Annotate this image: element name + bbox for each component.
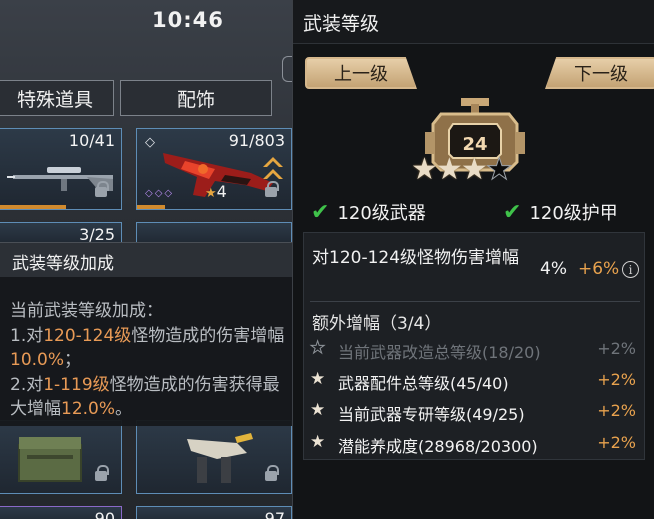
info-icon[interactable]: i	[622, 261, 639, 278]
requirement-weapon: ✔ 120级武器	[311, 199, 426, 225]
tab-scroll-edge	[282, 56, 292, 82]
turret-image	[187, 433, 253, 483]
item-progress-bar	[0, 205, 67, 209]
item-count: 97	[264, 509, 285, 519]
extra-bonus-label: 当前武器改造总等级(18/20)	[338, 343, 541, 362]
tooltip-line-1: 1.对120-124级怪物造成的伤害增幅10.0%；	[10, 325, 285, 371]
rarity-dots: ◇◇◇	[145, 188, 175, 199]
divider	[310, 301, 640, 302]
bonus-details: 对120-124级怪物伤害增幅 4% +6% i 额外增幅（3/4） ★ 当前武…	[303, 232, 645, 460]
tooltip-heading: 当前武装等级加成：	[10, 301, 163, 321]
star-filled-icon: ★	[411, 152, 438, 187]
extra-bonus-label: 潜能养成度(28968/20300)	[338, 437, 538, 456]
damage-bonus-value: 4%	[540, 259, 567, 279]
extra-bonus-row: ★ 武器配件总等级(45/40) +2%	[310, 369, 640, 393]
item-count: 90	[94, 509, 115, 519]
star-filled-icon: ★	[310, 400, 326, 420]
inventory-item-sniper-rifle[interactable]: 10/41	[0, 128, 122, 210]
lock-icon	[265, 465, 279, 481]
previous-level-button[interactable]: 上一级	[305, 57, 417, 89]
inventory-item[interactable]: 97	[136, 506, 292, 519]
extra-bonus-value: +2%	[597, 370, 636, 389]
requirement-label: 120级护甲	[529, 203, 618, 224]
extra-bonus-row: ★ 当前武器专研等级(49/25) +2%	[310, 400, 640, 424]
extra-bonus-label: 当前武器专研等级(49/25)	[338, 405, 525, 424]
extra-bonus-row: ★ 当前武器改造总等级(18/20) +2%	[309, 338, 640, 363]
panel-header: 武装等级	[293, 0, 654, 44]
extra-bonus-title: 额外增幅（3/4）	[312, 314, 442, 334]
armament-bonus-tooltip: 武装等级加成 当前武装等级加成： 1.对120-124级怪物造成的伤害增幅10.…	[0, 242, 292, 426]
extra-bonus-value: +2%	[597, 339, 636, 358]
check-icon: ✔	[503, 199, 522, 225]
lock-icon	[95, 465, 109, 481]
lock-icon	[265, 181, 279, 197]
star-filled-icon: ★	[310, 369, 326, 389]
upgrade-chevron-icon	[263, 157, 283, 179]
panel-title: 武装等级	[303, 13, 380, 35]
star-filled-icon: ★	[460, 152, 488, 187]
tooltip-title: 武装等级加成	[12, 254, 114, 274]
inventory-item-turret[interactable]	[136, 420, 292, 494]
extra-bonus-row: ★ 潜能养成度(28968/20300) +2%	[310, 432, 640, 456]
star-filled-icon: ★	[310, 432, 326, 452]
check-icon: ✔	[311, 199, 330, 225]
tooltip-header: 武装等级加成	[0, 243, 292, 277]
damage-bonus-label: 对120-124级怪物伤害增幅	[312, 248, 520, 268]
next-level-button[interactable]: 下一级	[545, 57, 654, 89]
item-progress-bar	[137, 205, 165, 209]
tooltip-line-2: 2.对1-119级怪物造成的伤害获得最大增幅12.0%。	[10, 374, 280, 420]
damage-bonus-extra: +6%	[578, 259, 620, 279]
lock-icon	[95, 181, 109, 197]
star-empty-icon: ★	[485, 152, 513, 188]
level-stars: ★★★★	[411, 152, 513, 188]
extra-bonus-value: +2%	[597, 401, 636, 420]
inventory-item-ammo-crate[interactable]	[0, 420, 122, 494]
ammo-crate-image	[18, 437, 82, 482]
tooltip-body: 当前武装等级加成： 1.对120-124级怪物造成的伤害增幅10.0%； 2.对…	[10, 299, 286, 422]
extra-bonus-value: +2%	[597, 433, 636, 452]
inventory-item-flame-rifle[interactable]: ◇ 91/803 ◇◇◇ ★4	[136, 128, 292, 210]
item-count: 10/41	[68, 131, 115, 150]
star-filled-icon: ★	[435, 152, 463, 187]
item-star-level: ★4	[205, 182, 227, 201]
tab-special-items[interactable]: 特殊道具	[0, 80, 114, 116]
requirement-label: 120级武器	[337, 203, 426, 224]
tab-accessories[interactable]: 配饰	[120, 80, 272, 116]
inventory-item[interactable]: 90	[0, 506, 122, 519]
extra-bonus-label: 武器配件总等级(45/40)	[338, 374, 509, 393]
status-clock: 10:46	[152, 8, 224, 32]
diamond-icon: ◇	[145, 135, 155, 150]
armament-level-panel: 武装等级 上一级 下一级 24 ★★★★ ✔ 120级武器 ✔ 120级护甲 对…	[292, 0, 654, 519]
requirement-armor: ✔ 120级护甲	[503, 199, 618, 225]
star-empty-icon: ★	[309, 338, 326, 359]
